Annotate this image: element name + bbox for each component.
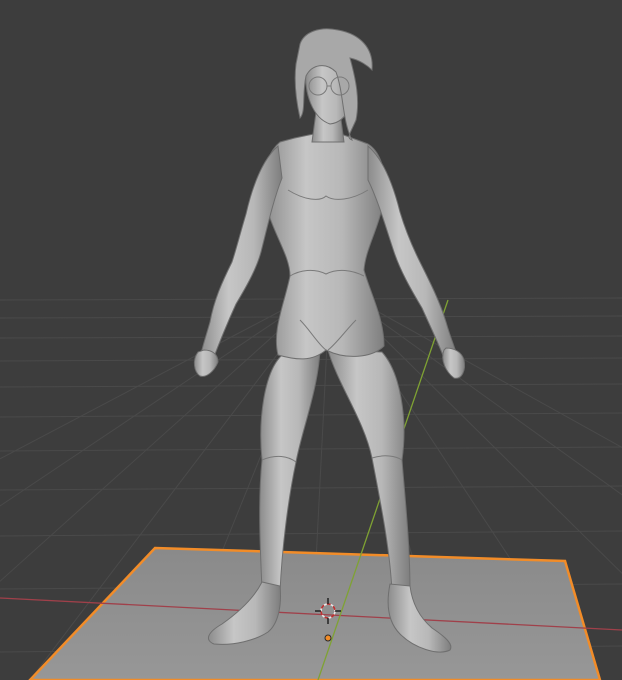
3d-viewport[interactable] — [0, 0, 622, 680]
object-origin-point — [324, 634, 332, 642]
torso — [263, 131, 385, 360]
